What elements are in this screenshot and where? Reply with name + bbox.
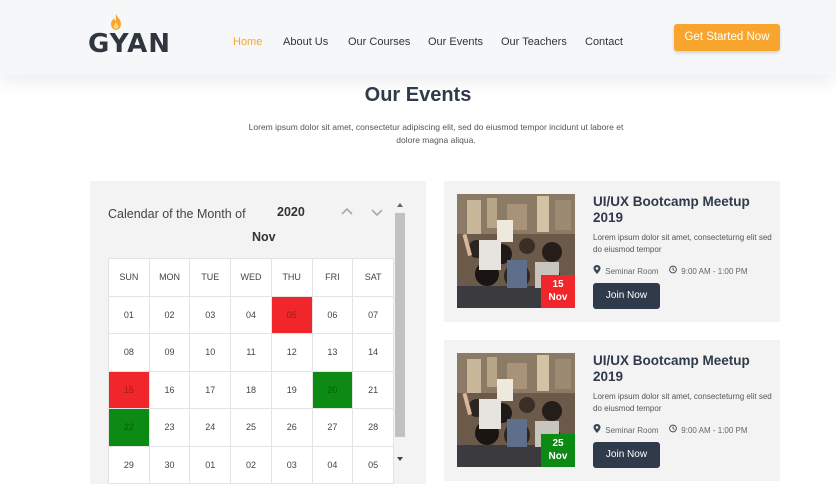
calendar-day[interactable]: 27 [311,408,354,447]
weekday-label: FRI [311,258,354,297]
weekday-label: TUE [189,258,232,297]
join-now-button[interactable]: Join Now [593,283,660,309]
map-pin-icon [593,424,601,433]
calendar-day[interactable]: 26 [270,408,313,447]
event-day: 15 [552,279,564,290]
calendar-day[interactable]: 17 [189,370,232,409]
calendar-day[interactable]: 10 [189,333,232,372]
calendar-day[interactable]: 30 [148,445,191,484]
event-location: Seminar Room [605,426,659,436]
scrollbar[interactable] [395,201,405,467]
clock-icon [669,265,677,274]
calendar-day[interactable]: 05 [352,445,394,484]
event-title[interactable]: UI/UX Bootcamp Meetup 2019 [593,194,773,226]
calendar-day[interactable]: 25 [230,408,272,447]
flame-icon [111,14,121,30]
calendar-year: 2020 [277,205,305,219]
calendar-week-row: 15 16 17 18 19 20 21 [108,370,394,409]
calendar-day[interactable]: 02 [230,445,272,484]
weekday-label: SAT [352,258,394,297]
event-card: 25 Nov UI/UX Bootcamp Meetup 2019 Lorem … [444,340,780,481]
chevron-down-icon[interactable] [370,205,384,219]
event-meta: Seminar Room 9:00 AM - 1:00 PM [593,424,748,435]
calendar-day[interactable]: 05 [270,295,313,334]
calendar-day[interactable]: 24 [189,408,232,447]
nav-our-courses[interactable]: Our Courses [348,36,410,48]
calendar-week-row: 22 23 24 25 26 27 28 [108,408,394,447]
calendar-day[interactable]: 13 [311,333,354,372]
nav-home[interactable]: Home [233,36,262,48]
calendar-day[interactable]: 01 [108,295,150,334]
nav-our-events[interactable]: Our Events [428,36,483,48]
calendar-day[interactable]: 04 [311,445,354,484]
event-day: 25 [552,438,564,449]
event-image: 25 Nov [457,353,575,467]
weekday-label: MON [148,258,191,297]
calendar-day[interactable]: 08 [108,333,150,372]
weekday-label: SUN [108,258,150,297]
event-title[interactable]: UI/UX Bootcamp Meetup 2019 [593,353,773,385]
nav-about-us[interactable]: About Us [283,36,328,48]
event-description: Lorem ipsum dolor sit amet, consecteturn… [593,233,772,254]
calendar-week-row: 29 30 01 02 03 04 05 [108,445,394,484]
calendar-day[interactable]: 20 [311,370,354,409]
weekday-label: WED [230,258,272,297]
calendar-day[interactable]: 02 [148,295,191,334]
calendar-day[interactable]: 22 [108,408,150,447]
calendar-day[interactable]: 03 [189,295,232,334]
event-month: Nov [548,292,568,303]
calendar-week-row: 01 02 03 04 05 06 07 [108,295,394,334]
event-date-badge: 15 Nov [541,275,575,308]
section-description: Lorem ipsum dolor sit amet, consectetur … [248,122,624,145]
clock-icon [669,424,677,433]
nav-our-teachers[interactable]: Our Teachers [501,36,567,48]
calendar-month: Nov [252,230,276,244]
event-time: 9:00 AM - 1:00 PM [681,426,748,436]
calendar-day[interactable]: 21 [352,370,394,409]
scroll-down-arrow-icon[interactable] [397,457,403,461]
event-date-badge: 25 Nov [541,434,575,467]
event-meta: Seminar Room 9:00 AM - 1:00 PM [593,265,748,276]
calendar-day[interactable]: 06 [311,295,354,334]
event-month: Nov [548,451,568,462]
nav-contact[interactable]: Contact [585,36,623,48]
calendar-grid: SUN MON TUE WED THU FRI SAT 01 02 03 04 05 06 07 08 09 1… [108,258,394,484]
calendar-day[interactable]: 04 [230,295,272,334]
event-time: 9:00 AM - 1:00 PM [681,267,748,277]
scroll-up-arrow-icon[interactable] [397,203,403,207]
calendar-day[interactable]: 23 [148,408,191,447]
scrollbar-thumb[interactable] [395,213,405,437]
calendar-day[interactable]: 15 [108,370,150,409]
calendar-day[interactable]: 01 [189,445,232,484]
calendar-day[interactable]: 14 [352,333,394,372]
calendar-title: Calendar of the Month of [108,207,246,221]
calendar-day[interactable]: 12 [270,333,313,372]
calendar-day[interactable]: 09 [148,333,191,372]
calendar-day[interactable]: 18 [230,370,272,409]
calendar-day[interactable]: 03 [270,445,313,484]
map-pin-icon [593,265,601,274]
event-card: 15 Nov UI/UX Bootcamp Meetup 2019 Lorem … [444,181,780,322]
calendar-day[interactable]: 19 [270,370,313,409]
calendar-week-row: 08 09 10 11 12 13 14 [108,333,394,372]
get-started-button[interactable]: Get Started Now [674,24,780,51]
calendar-weekday-row: SUN MON TUE WED THU FRI SAT [108,258,394,297]
calendar-panel: Calendar of the Month of 2020 Nov SUN MON… [90,181,426,484]
logo[interactable]: GYAN [88,14,170,59]
weekday-label: THU [270,258,313,297]
calendar-day[interactable]: 16 [148,370,191,409]
calendar-day[interactable]: 28 [352,408,394,447]
join-now-button[interactable]: Join Now [593,442,660,468]
event-location: Seminar Room [605,267,659,277]
event-image: 15 Nov [457,194,575,308]
chevron-up-icon[interactable] [340,205,354,219]
calendar-day[interactable]: 11 [230,333,272,372]
calendar-day[interactable]: 29 [108,445,150,484]
section-title: Our Events [364,84,472,106]
site-header: GYAN Home About Us Our Courses Our Event… [0,0,836,75]
event-description: Lorem ipsum dolor sit amet, consecteturn… [593,392,772,413]
calendar-day[interactable]: 07 [352,295,394,334]
logo-text: GYAN [88,29,171,59]
